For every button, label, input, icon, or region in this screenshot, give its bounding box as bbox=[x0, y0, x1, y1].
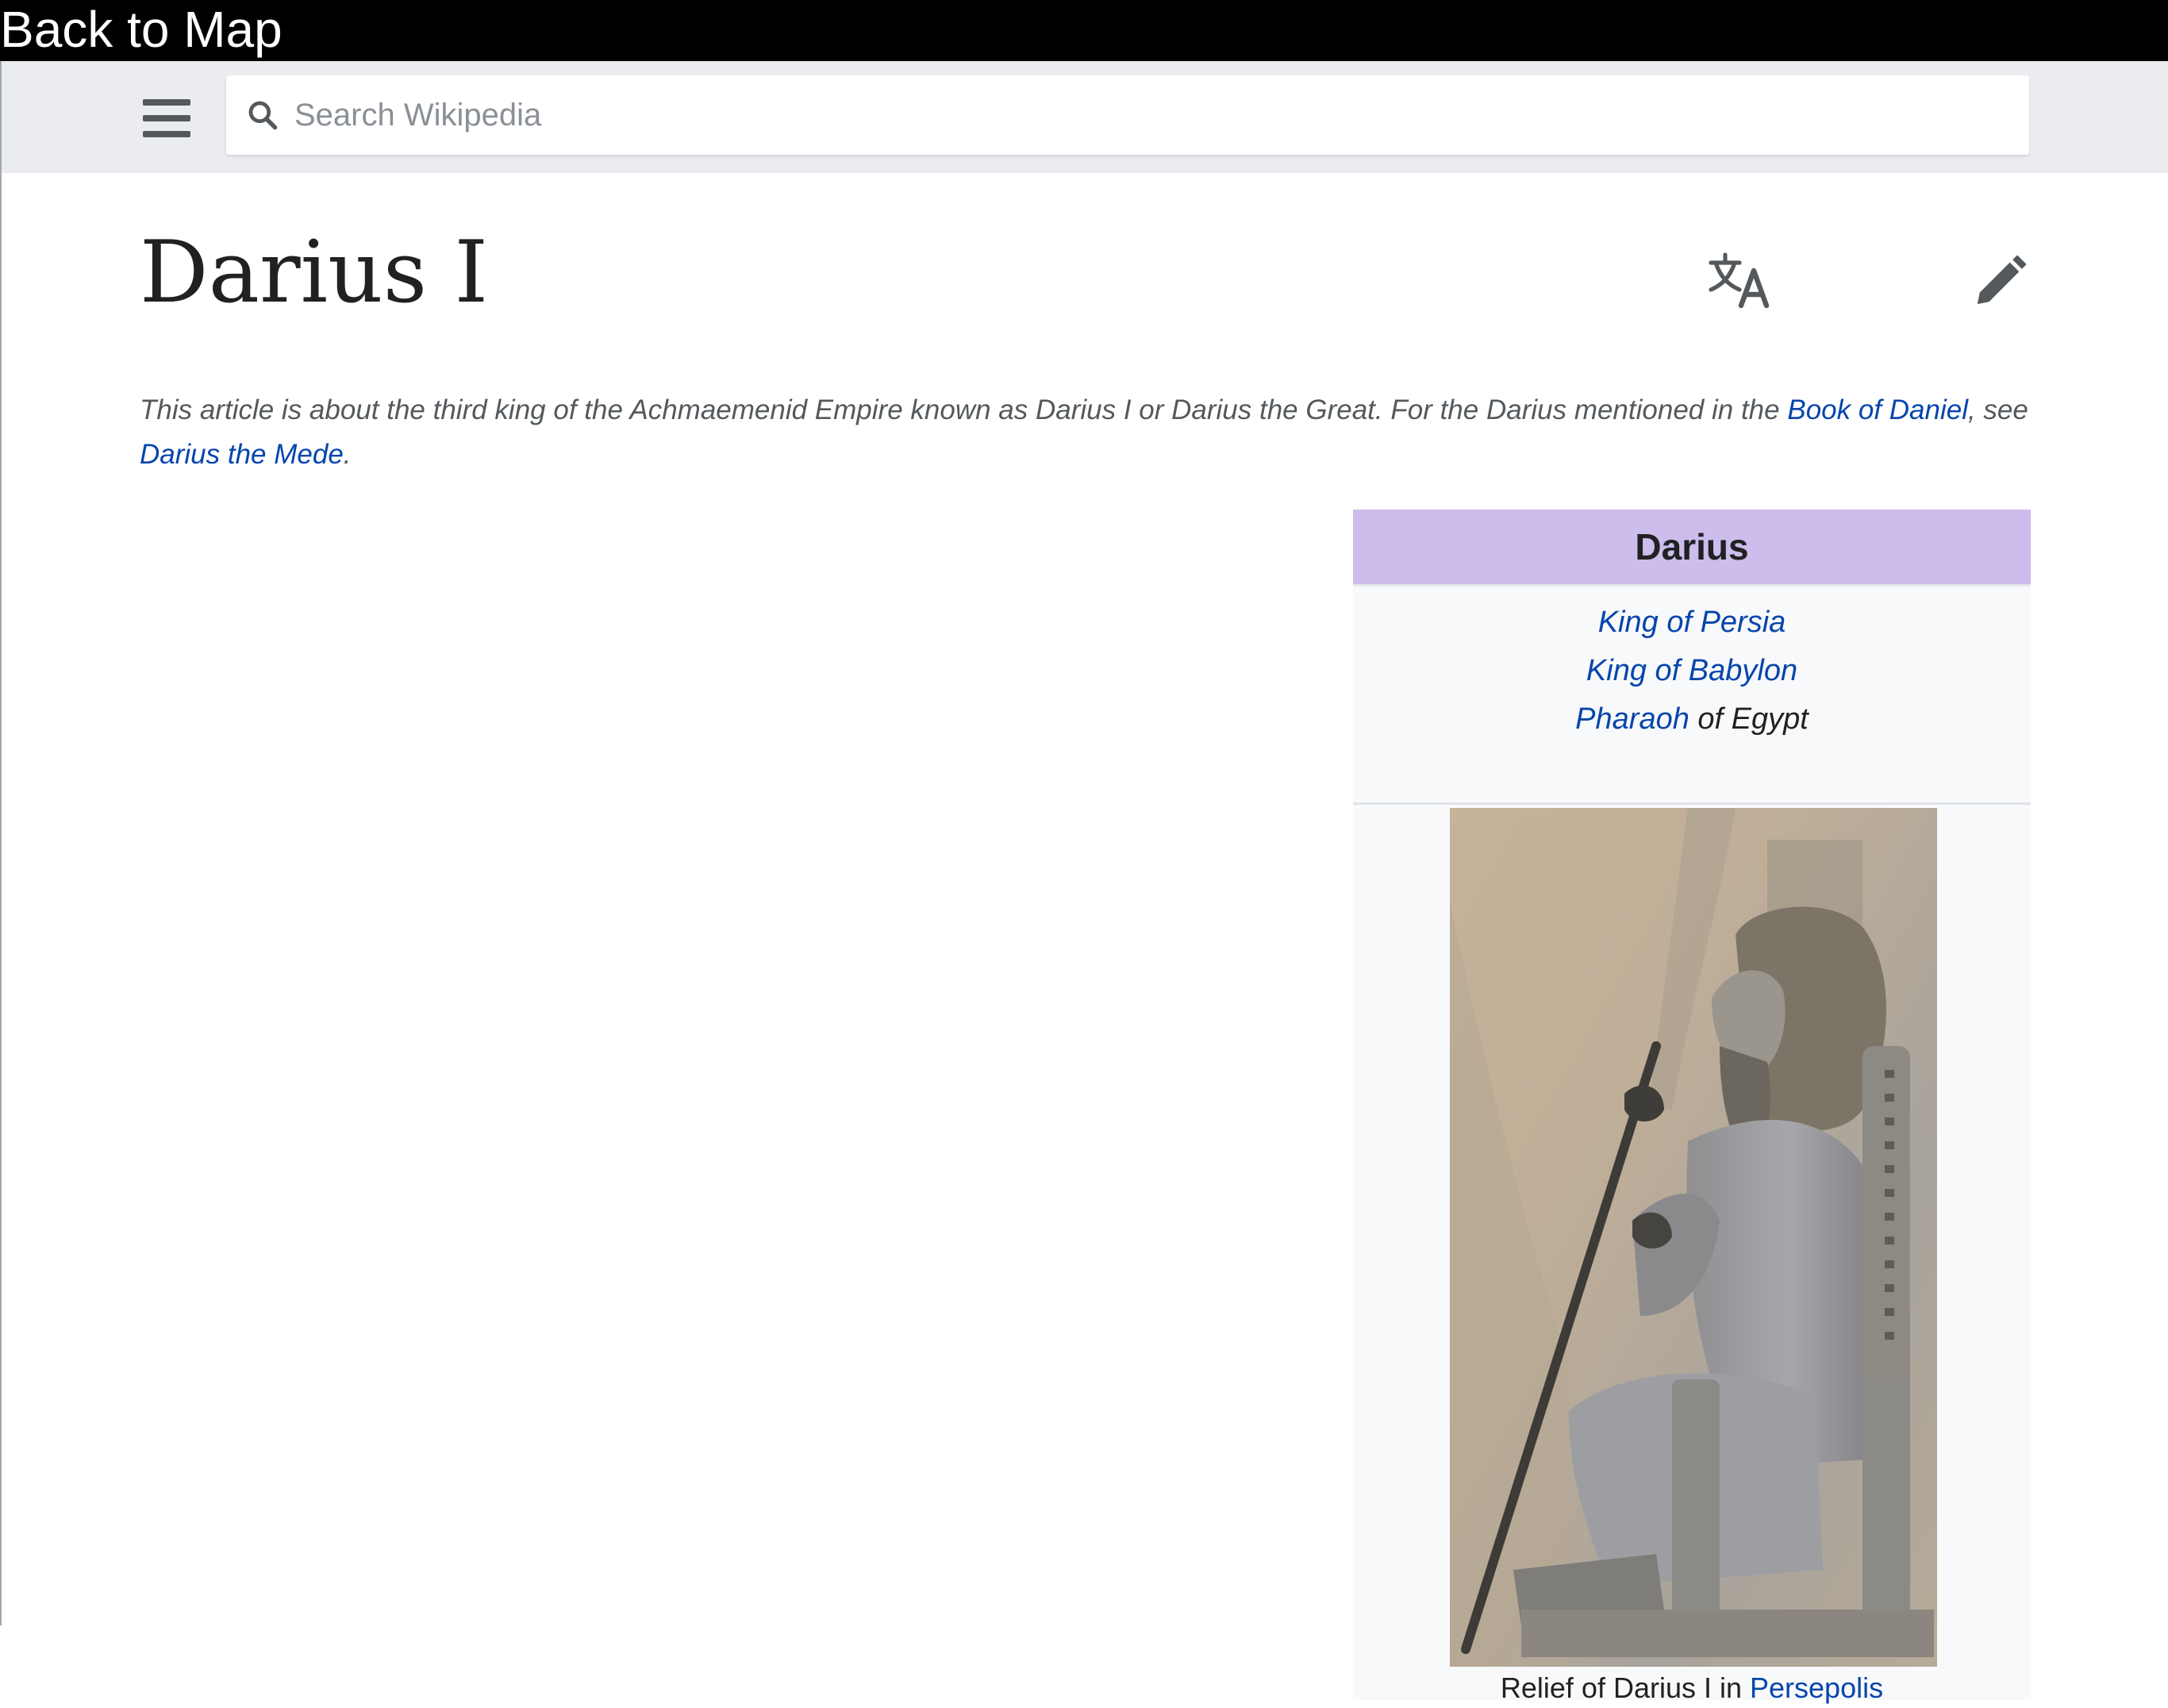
hatnote-text-end: . bbox=[343, 439, 352, 470]
wikipedia-page: Darius I This article is about the third… bbox=[0, 61, 2168, 1704]
image-caption: Relief of Darius I in Persepolis bbox=[1353, 1668, 2031, 1708]
top-bar: Back to Map bbox=[0, 0, 2168, 61]
search-icon bbox=[248, 101, 278, 130]
hatnote: This article is about the third king of … bbox=[140, 388, 2044, 477]
infobox: Darius King of Persia King of Babylon Ph… bbox=[1353, 510, 2031, 1704]
hatnote-text-middle: , see bbox=[1967, 394, 2028, 425]
king-of-babylon-link[interactable]: King of Babylon bbox=[1586, 654, 1797, 687]
infobox-divider bbox=[1353, 584, 2031, 587]
infobox-titles: King of Persia King of Babylon Pharaoh o… bbox=[1353, 598, 2031, 744]
pharaoh-link[interactable]: Pharaoh bbox=[1575, 702, 1689, 736]
darius-the-mede-link[interactable]: Darius the Mede bbox=[140, 439, 344, 470]
back-to-map-button[interactable]: Back to Map bbox=[0, 0, 283, 61]
hatnote-text: This article is about the third king of … bbox=[140, 394, 1788, 425]
page-title: Darius I bbox=[140, 223, 489, 322]
infobox-divider-2 bbox=[1353, 802, 2031, 805]
caption-text: Relief of Darius I in bbox=[1500, 1671, 1751, 1704]
book-of-daniel-link[interactable]: Book of Daniel bbox=[1787, 394, 1968, 425]
of-egypt-text: of Egypt bbox=[1689, 702, 1809, 736]
king-of-persia-link[interactable]: King of Persia bbox=[1598, 606, 1786, 639]
persepolis-link[interactable]: Persepolis bbox=[1750, 1671, 1883, 1704]
search-box[interactable] bbox=[226, 75, 2029, 155]
wiki-header bbox=[2, 61, 2168, 173]
darius-relief-image[interactable] bbox=[1450, 808, 1937, 1667]
hamburger-menu-icon[interactable] bbox=[141, 96, 192, 140]
search-input[interactable] bbox=[293, 75, 2007, 155]
infobox-title: Darius bbox=[1353, 510, 2031, 584]
language-icon[interactable] bbox=[1708, 248, 1771, 312]
pencil-icon[interactable] bbox=[1973, 253, 2028, 309]
